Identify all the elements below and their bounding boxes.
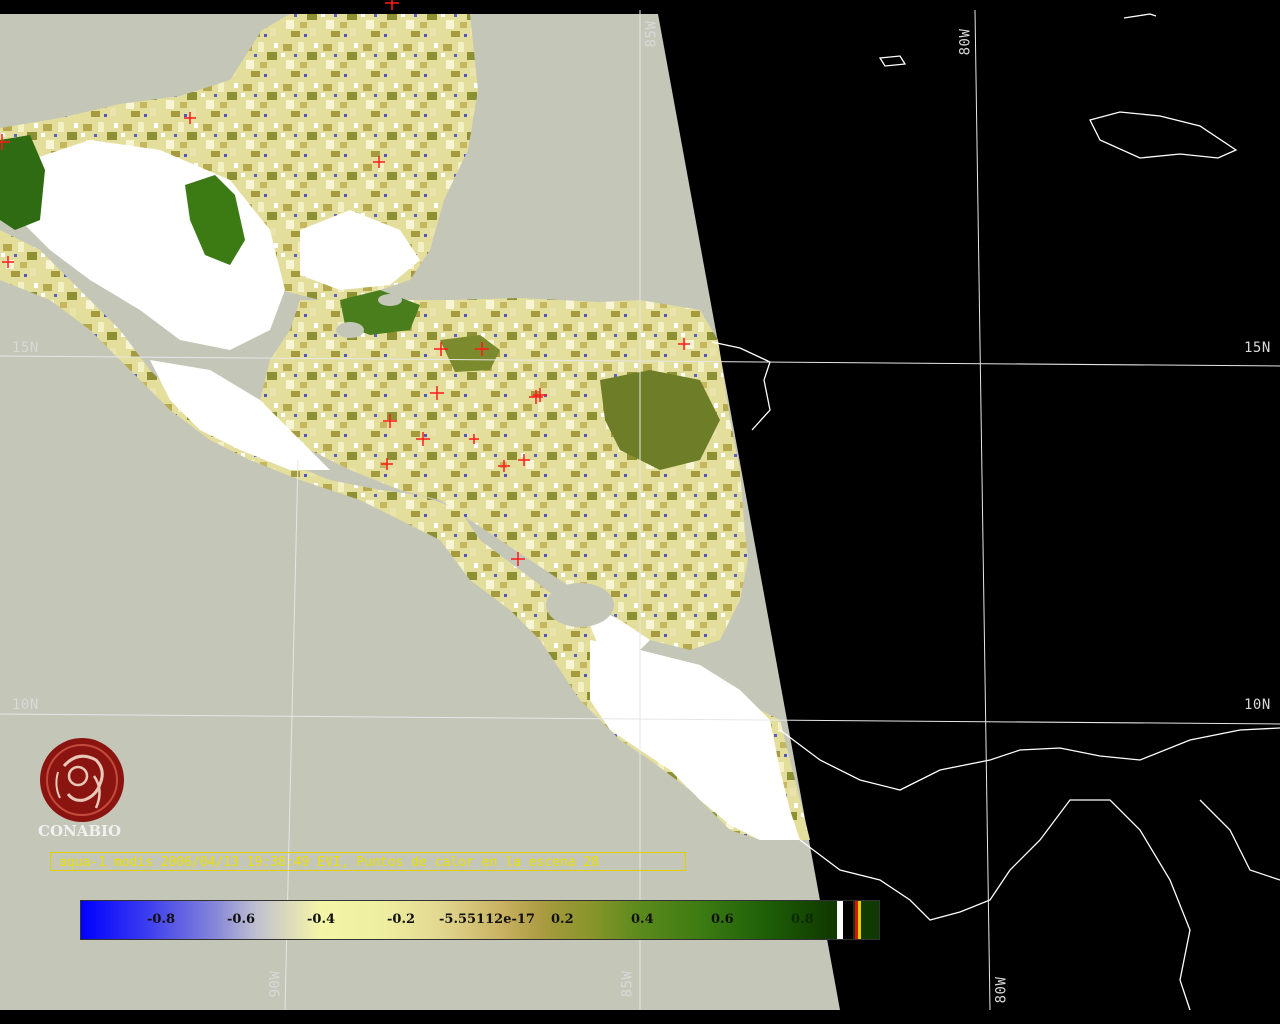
lon-label-85w-bottom: 85W — [619, 970, 636, 998]
legend-stripe-yellow — [858, 901, 861, 939]
legend-tick: 0.2 — [551, 912, 574, 927]
legend-tick: -0.4 — [307, 912, 336, 927]
legend-tick: 0.8 — [791, 912, 814, 927]
legend-tick: -0.8 — [147, 912, 176, 927]
lon-label-90w-bottom: 90W — [267, 970, 284, 998]
lat-label-15n-right: 15N — [1244, 340, 1271, 356]
scene-caption: aqua-1 modis 2006/04/13 19:38:49 EVI, Pu… — [50, 852, 686, 871]
legend-tick: 0.4 — [631, 912, 654, 927]
lat-label-10n-left: 10N — [12, 697, 39, 713]
legend-tick: -0.2 — [387, 912, 416, 927]
lon-label-80w-bottom: 80W — [993, 976, 1010, 1004]
lon-label-85w-top: 85W — [643, 20, 660, 48]
evi-colorbar-legend: -0.8 -0.6 -0.4 -0.2 -5.55112e-17 0.2 0.4… — [80, 900, 880, 940]
lat-label-10n-right: 10N — [1244, 697, 1271, 713]
legend-tick: -0.6 — [227, 912, 256, 927]
legend-stripe-black — [843, 901, 853, 939]
lat-label-15n-left: 15N — [12, 340, 39, 356]
conabio-logo-text: CONABIO — [38, 822, 122, 840]
legend-tick: -5.55112e-17 — [439, 912, 535, 927]
legend-tick: 0.6 — [711, 912, 734, 927]
lon-label-80w-top: 80W — [957, 28, 974, 56]
